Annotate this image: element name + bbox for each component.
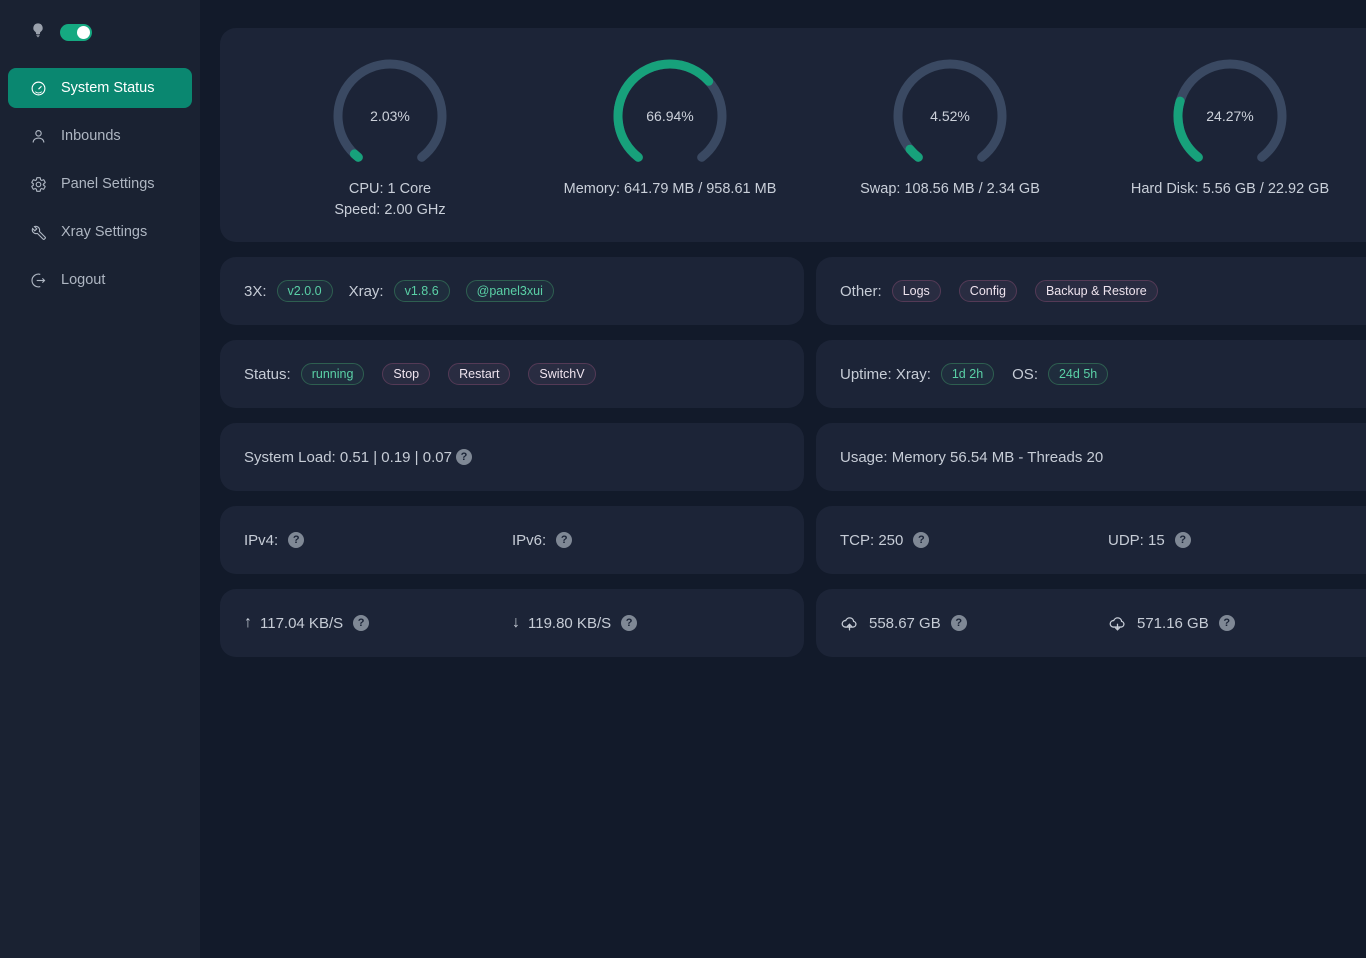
xray-uptime-badge: 1d 2h bbox=[941, 363, 994, 385]
panel-version-label: 3X: bbox=[244, 283, 267, 300]
uptime-card: Uptime: Xray: 1d 2h OS: 24d 5h bbox=[816, 340, 1366, 408]
user-icon bbox=[30, 128, 47, 145]
xray-version-tag[interactable]: v1.8.6 bbox=[394, 280, 450, 302]
swap-label: Swap: 108.56 MB / 2.34 GB bbox=[860, 181, 1040, 197]
total-sent-text: 558.67 GB bbox=[869, 615, 941, 632]
backup-restore-button[interactable]: Backup & Restore bbox=[1035, 280, 1158, 302]
swap-gauge: 4.52% Swap: 108.56 MB / 2.34 GB bbox=[810, 56, 1090, 197]
status-running-badge: running bbox=[301, 363, 365, 385]
theme-row bbox=[0, 22, 200, 42]
logs-button[interactable]: Logs bbox=[892, 280, 941, 302]
disk-label: Hard Disk: 5.56 GB / 22.92 GB bbox=[1131, 181, 1329, 197]
cpu-speed-label: Speed: 2.00 GHz bbox=[334, 202, 445, 218]
download-speed-text: 119.80 KB/S bbox=[528, 615, 611, 632]
logout-icon bbox=[30, 272, 47, 289]
tcp-count-text: TCP: 250 bbox=[840, 532, 903, 549]
other-label: Other: bbox=[840, 283, 882, 300]
ip-card: IPv4: ? IPv6: ? bbox=[220, 506, 804, 574]
sidebar-item-system-status[interactable]: System Status bbox=[8, 68, 192, 108]
help-icon[interactable]: ? bbox=[621, 615, 637, 631]
sidebar-item-label: Panel Settings bbox=[61, 176, 155, 192]
system-load-card: System Load: 0.51 | 0.19 | 0.07 ? bbox=[220, 423, 804, 491]
connections-card: TCP: 250 ? UDP: 15 ? bbox=[816, 506, 1366, 574]
gear-icon bbox=[30, 176, 47, 193]
cloud-upload-icon bbox=[840, 614, 859, 633]
total-received-text: 571.16 GB bbox=[1137, 615, 1209, 632]
sidebar-item-inbounds[interactable]: Inbounds bbox=[8, 116, 192, 156]
swap-percent: 4.52% bbox=[890, 108, 1010, 124]
sidebar-item-label: Logout bbox=[61, 272, 105, 288]
totals-card: 558.67 GB ? 571.16 GB ? bbox=[816, 589, 1366, 657]
sidebar-item-label: System Status bbox=[61, 80, 154, 96]
memory-percent: 66.94% bbox=[610, 108, 730, 124]
sidebar-item-label: Inbounds bbox=[61, 128, 121, 144]
uptime-xray-label: Uptime: Xray: bbox=[840, 366, 931, 383]
cpu-label: CPU: 1 Core bbox=[349, 181, 431, 197]
xray-version-label: Xray: bbox=[349, 283, 384, 300]
gauges-card: 2.03% CPU: 1 Core Speed: 2.00 GHz 66.94%… bbox=[220, 28, 1366, 242]
memory-gauge: 66.94% Memory: 641.79 MB / 958.61 MB bbox=[530, 56, 810, 197]
other-card: Other: Logs Config Backup & Restore bbox=[816, 257, 1366, 325]
switch-version-button[interactable]: SwitchV bbox=[528, 363, 595, 385]
system-load-text: System Load: 0.51 | 0.19 | 0.07 bbox=[244, 449, 452, 466]
versions-card: 3X: v2.0.0 Xray: v1.8.6 @panel3xui bbox=[220, 257, 804, 325]
xray-status-card: Status: running Stop Restart SwitchV bbox=[220, 340, 804, 408]
disk-percent: 24.27% bbox=[1170, 108, 1290, 124]
cpu-gauge: 2.03% CPU: 1 Core Speed: 2.00 GHz bbox=[250, 56, 530, 218]
lightbulb-icon bbox=[30, 22, 46, 42]
sidebar-item-label: Xray Settings bbox=[61, 224, 147, 240]
help-icon[interactable]: ? bbox=[1175, 532, 1191, 548]
upload-speed-text: 117.04 KB/S bbox=[260, 615, 343, 632]
download-arrow-icon: ↓ bbox=[512, 614, 520, 632]
panel-version-tag[interactable]: v2.0.0 bbox=[277, 280, 333, 302]
help-icon[interactable]: ? bbox=[353, 615, 369, 631]
dashboard-icon bbox=[30, 80, 47, 97]
ipv4-label: IPv4: bbox=[244, 532, 278, 549]
sidebar-item-xray-settings[interactable]: Xray Settings bbox=[8, 212, 192, 252]
help-icon[interactable]: ? bbox=[556, 532, 572, 548]
help-icon[interactable]: ? bbox=[1219, 615, 1235, 631]
telegram-tag[interactable]: @panel3xui bbox=[466, 280, 554, 302]
ipv6-label: IPv6: bbox=[512, 532, 546, 549]
memory-label: Memory: 641.79 MB / 958.61 MB bbox=[564, 181, 777, 197]
help-icon[interactable]: ? bbox=[288, 532, 304, 548]
status-label: Status: bbox=[244, 366, 291, 383]
usage-text: Usage: Memory 56.54 MB - Threads 20 bbox=[840, 449, 1103, 466]
disk-gauge: 24.27% Hard Disk: 5.56 GB / 22.92 GB bbox=[1090, 56, 1366, 197]
uptime-os-label: OS: bbox=[1012, 366, 1038, 383]
toggle-knob bbox=[77, 26, 90, 39]
help-icon[interactable]: ? bbox=[913, 532, 929, 548]
os-uptime-badge: 24d 5h bbox=[1048, 363, 1108, 385]
speed-card: ↑ 117.04 KB/S ? ↓ 119.80 KB/S ? bbox=[220, 589, 804, 657]
udp-count-text: UDP: 15 bbox=[1108, 532, 1165, 549]
cloud-download-icon bbox=[1108, 614, 1127, 633]
wrench-icon bbox=[30, 224, 47, 241]
help-icon[interactable]: ? bbox=[456, 449, 472, 465]
help-icon[interactable]: ? bbox=[951, 615, 967, 631]
cpu-percent: 2.03% bbox=[330, 108, 450, 124]
dark-theme-toggle[interactable] bbox=[60, 24, 92, 41]
sidebar-item-logout[interactable]: Logout bbox=[8, 260, 192, 300]
sidebar-menu: System Status Inbounds Panel Settings Xr… bbox=[0, 68, 200, 300]
restart-button[interactable]: Restart bbox=[448, 363, 510, 385]
main-content: 2.03% CPU: 1 Core Speed: 2.00 GHz 66.94%… bbox=[200, 0, 1366, 958]
upload-arrow-icon: ↑ bbox=[244, 614, 252, 632]
stop-button[interactable]: Stop bbox=[382, 363, 430, 385]
sidebar: System Status Inbounds Panel Settings Xr… bbox=[0, 0, 200, 958]
config-button[interactable]: Config bbox=[959, 280, 1017, 302]
usage-card: Usage: Memory 56.54 MB - Threads 20 bbox=[816, 423, 1366, 491]
sidebar-item-panel-settings[interactable]: Panel Settings bbox=[8, 164, 192, 204]
